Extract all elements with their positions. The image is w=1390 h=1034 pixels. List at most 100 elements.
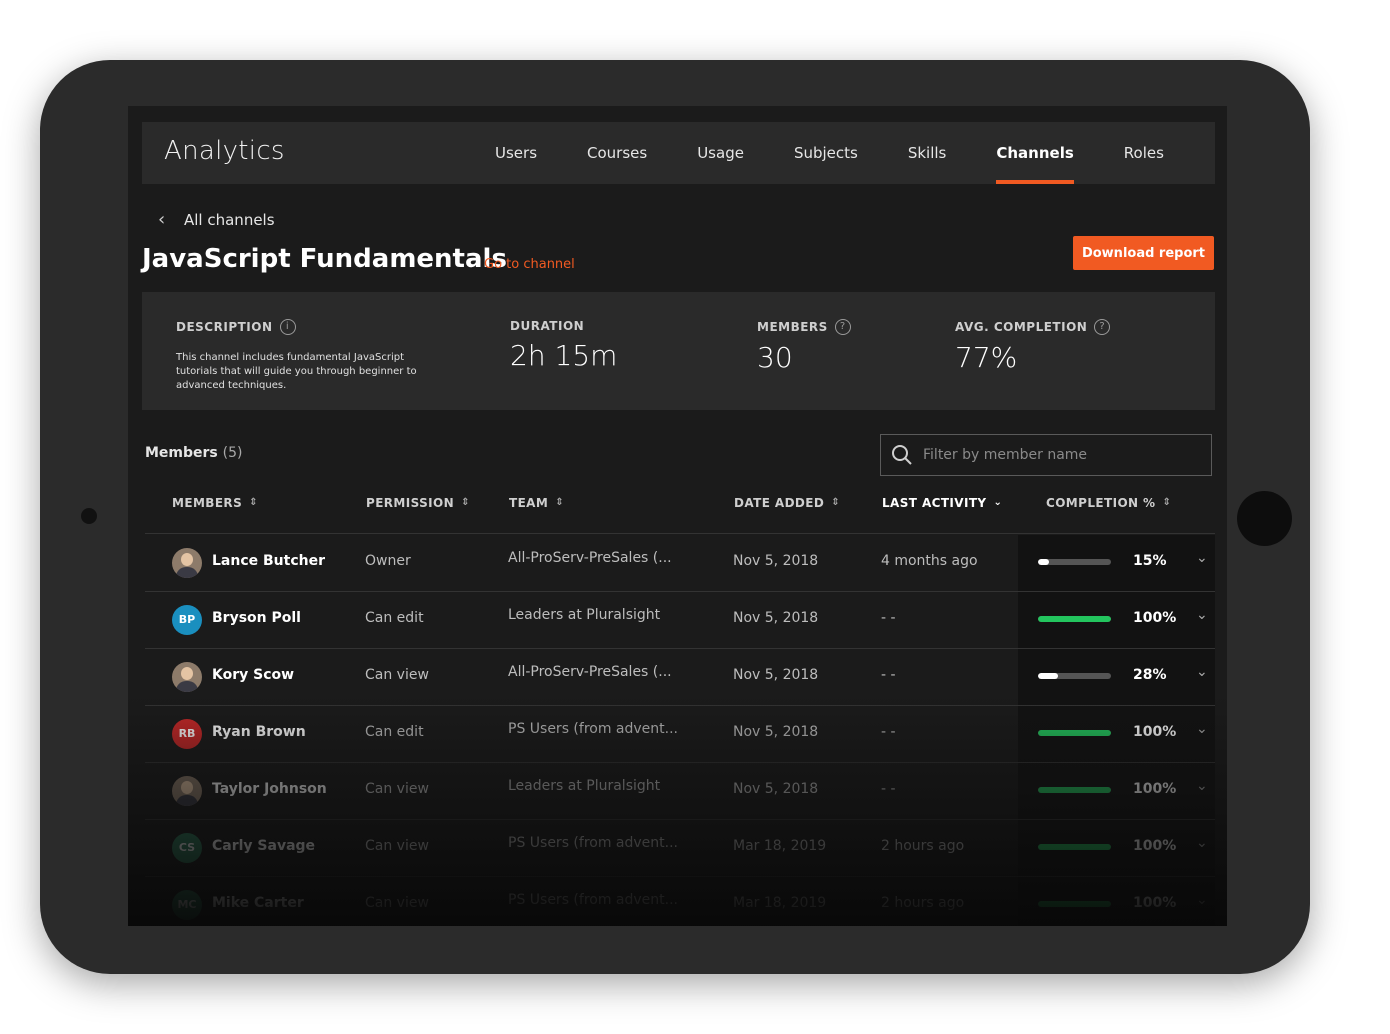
member-last-activity: - - (881, 610, 896, 626)
completion-progress-fill (1038, 844, 1111, 850)
completion-progress-bar (1038, 559, 1111, 565)
completion-progress-bar (1038, 616, 1111, 622)
col-completion[interactable]: COMPLETION % ⇕ (1046, 496, 1171, 510)
nav-courses[interactable]: Courses (587, 122, 647, 184)
completion-progress-bar (1038, 730, 1111, 736)
member-team: PS Users (from advent... (508, 892, 679, 908)
page-title: JavaScript Fundamentals (142, 244, 507, 274)
member-permission: Can view (365, 895, 429, 911)
table-row[interactable]: MC Mike Carter Can view PS Users (from adve… (145, 877, 1215, 926)
chevron-down-icon[interactable]: ⌄ (1196, 607, 1208, 623)
members-heading-label: Members (145, 445, 218, 461)
chevron-down-icon[interactable]: ⌄ (1196, 721, 1208, 737)
avg-completion-value: 77% (955, 341, 1018, 374)
nav-channels[interactable]: Channels (996, 122, 1075, 184)
back-link-label: All channels (184, 210, 275, 229)
col-last-activity-label: LAST ACTIVITY (882, 496, 987, 510)
nav-subjects[interactable]: Subjects (794, 122, 858, 184)
duration-stat: DURATION 2h 15m (510, 319, 617, 372)
member-permission: Can edit (365, 610, 424, 626)
col-date-added[interactable]: DATE ADDED ⇕ (734, 496, 840, 510)
help-icon[interactable]: ? (834, 319, 851, 335)
member-last-activity: - - (881, 667, 896, 683)
back-link[interactable]: ‹ All channels (158, 209, 275, 230)
table-row[interactable]: Kory Scow Can view All-ProServ-PreSales (.… (145, 649, 1215, 706)
description-stat: DESCRIPTION i This channel includes fund… (176, 319, 444, 393)
completion-cell: 15% ⌄ (1018, 535, 1215, 591)
col-team-label: TEAM (509, 496, 549, 510)
member-permission: Can view (365, 667, 429, 683)
avg-completion-label-row: AVG. COMPLETION ? (955, 319, 1111, 335)
chevron-left-icon: ‹ (158, 209, 166, 230)
table-row[interactable]: RB Ryan Brown Can edit PS Users (from adven… (145, 706, 1215, 763)
completion-progress-fill (1038, 559, 1049, 565)
member-last-activity: 4 months ago (881, 553, 978, 569)
members-stat-label: MEMBERS (757, 320, 828, 334)
col-members[interactable]: MEMBERS ⇕ (172, 496, 258, 510)
help-icon[interactable]: ? (1094, 319, 1111, 335)
description-label-row: DESCRIPTION i (176, 319, 444, 335)
member-filter (880, 434, 1212, 476)
member-search-input[interactable] (921, 435, 1205, 475)
member-last-activity: - - (881, 724, 896, 740)
table-row[interactable]: Taylor Johnson Can view Leaders at Plurals… (145, 763, 1215, 820)
chevron-down-icon[interactable]: ⌄ (1196, 835, 1208, 851)
avatar: MC (172, 890, 202, 920)
member-permission: Can edit (365, 724, 424, 740)
chevron-down-icon[interactable]: ⌄ (1196, 778, 1208, 794)
stats-panel: DESCRIPTION i This channel includes fund… (142, 292, 1215, 410)
member-name: Kory Scow (212, 667, 295, 683)
member-name: Taylor Johnson (212, 781, 327, 797)
member-date-added: Mar 18, 2019 (733, 895, 827, 911)
col-permission[interactable]: PERMISSION ⇕ (366, 496, 470, 510)
col-last-activity[interactable]: LAST ACTIVITY ⌄ (882, 496, 1002, 510)
nav-roles[interactable]: Roles (1124, 122, 1164, 184)
col-date-added-label: DATE ADDED (734, 496, 825, 510)
sort-icon: ⇕ (1162, 497, 1172, 508)
col-team[interactable]: TEAM ⇕ (509, 496, 564, 510)
member-team: Leaders at Pluralsight (508, 607, 661, 623)
avg-completion-label: AVG. COMPLETION (955, 320, 1088, 334)
member-permission: Owner (365, 553, 411, 569)
table-row[interactable]: Lance Butcher Owner All-ProServ-PreSales (… (145, 535, 1215, 592)
chevron-down-icon[interactable]: ⌄ (1196, 892, 1208, 908)
table-row[interactable]: BP Bryson Poll Can edit Leaders at Pluralsi… (145, 592, 1215, 649)
completion-percent: 100% (1133, 781, 1177, 797)
member-team: All-ProServ-PreSales (... (508, 550, 672, 566)
chevron-down-icon[interactable]: ⌄ (1196, 664, 1208, 680)
completion-progress-fill (1038, 616, 1111, 622)
col-completion-label: COMPLETION % (1046, 496, 1156, 510)
member-team: Leaders at Pluralsight (508, 778, 661, 794)
search-icon (892, 445, 912, 465)
app-title: Analytics (164, 136, 285, 166)
chevron-down-icon[interactable]: ⌄ (1196, 550, 1208, 566)
members-stat: MEMBERS ? 30 (757, 319, 851, 374)
camera-dot (81, 508, 97, 524)
sort-icon: ⇕ (555, 497, 564, 508)
member-name: Mike Carter (212, 895, 304, 911)
completion-progress-bar (1038, 673, 1111, 679)
col-permission-label: PERMISSION (366, 496, 455, 510)
duration-label: DURATION (510, 319, 585, 333)
completion-progress-bar (1038, 787, 1111, 793)
top-nav-bar: Analytics Users Courses Usage Subjects S… (142, 122, 1215, 184)
download-report-button[interactable]: Download report (1073, 236, 1214, 270)
completion-cell: 100% ⌄ (1018, 592, 1215, 648)
nav-users[interactable]: Users (495, 122, 537, 184)
completion-percent: 100% (1133, 610, 1177, 626)
nav-usage[interactable]: Usage (697, 122, 744, 184)
completion-progress-fill (1038, 901, 1111, 907)
table-row[interactable]: CS Carly Savage Can view PS Users (from adv… (145, 820, 1215, 877)
completion-cell: 100% ⌄ (1018, 877, 1215, 926)
member-last-activity: 2 hours ago (881, 838, 965, 854)
go-to-channel-link[interactable]: Go to channel (484, 257, 575, 272)
home-button (1237, 491, 1292, 546)
description-text: This channel includes fundamental JavaSc… (176, 352, 417, 391)
avatar: BP (172, 605, 202, 635)
avatar (172, 776, 202, 806)
completion-percent: 100% (1133, 838, 1177, 854)
nav-skills[interactable]: Skills (908, 122, 947, 184)
members-label-row: MEMBERS ? (757, 319, 851, 335)
duration-value: 2h 15m (510, 339, 618, 372)
info-icon[interactable]: i (279, 319, 296, 335)
